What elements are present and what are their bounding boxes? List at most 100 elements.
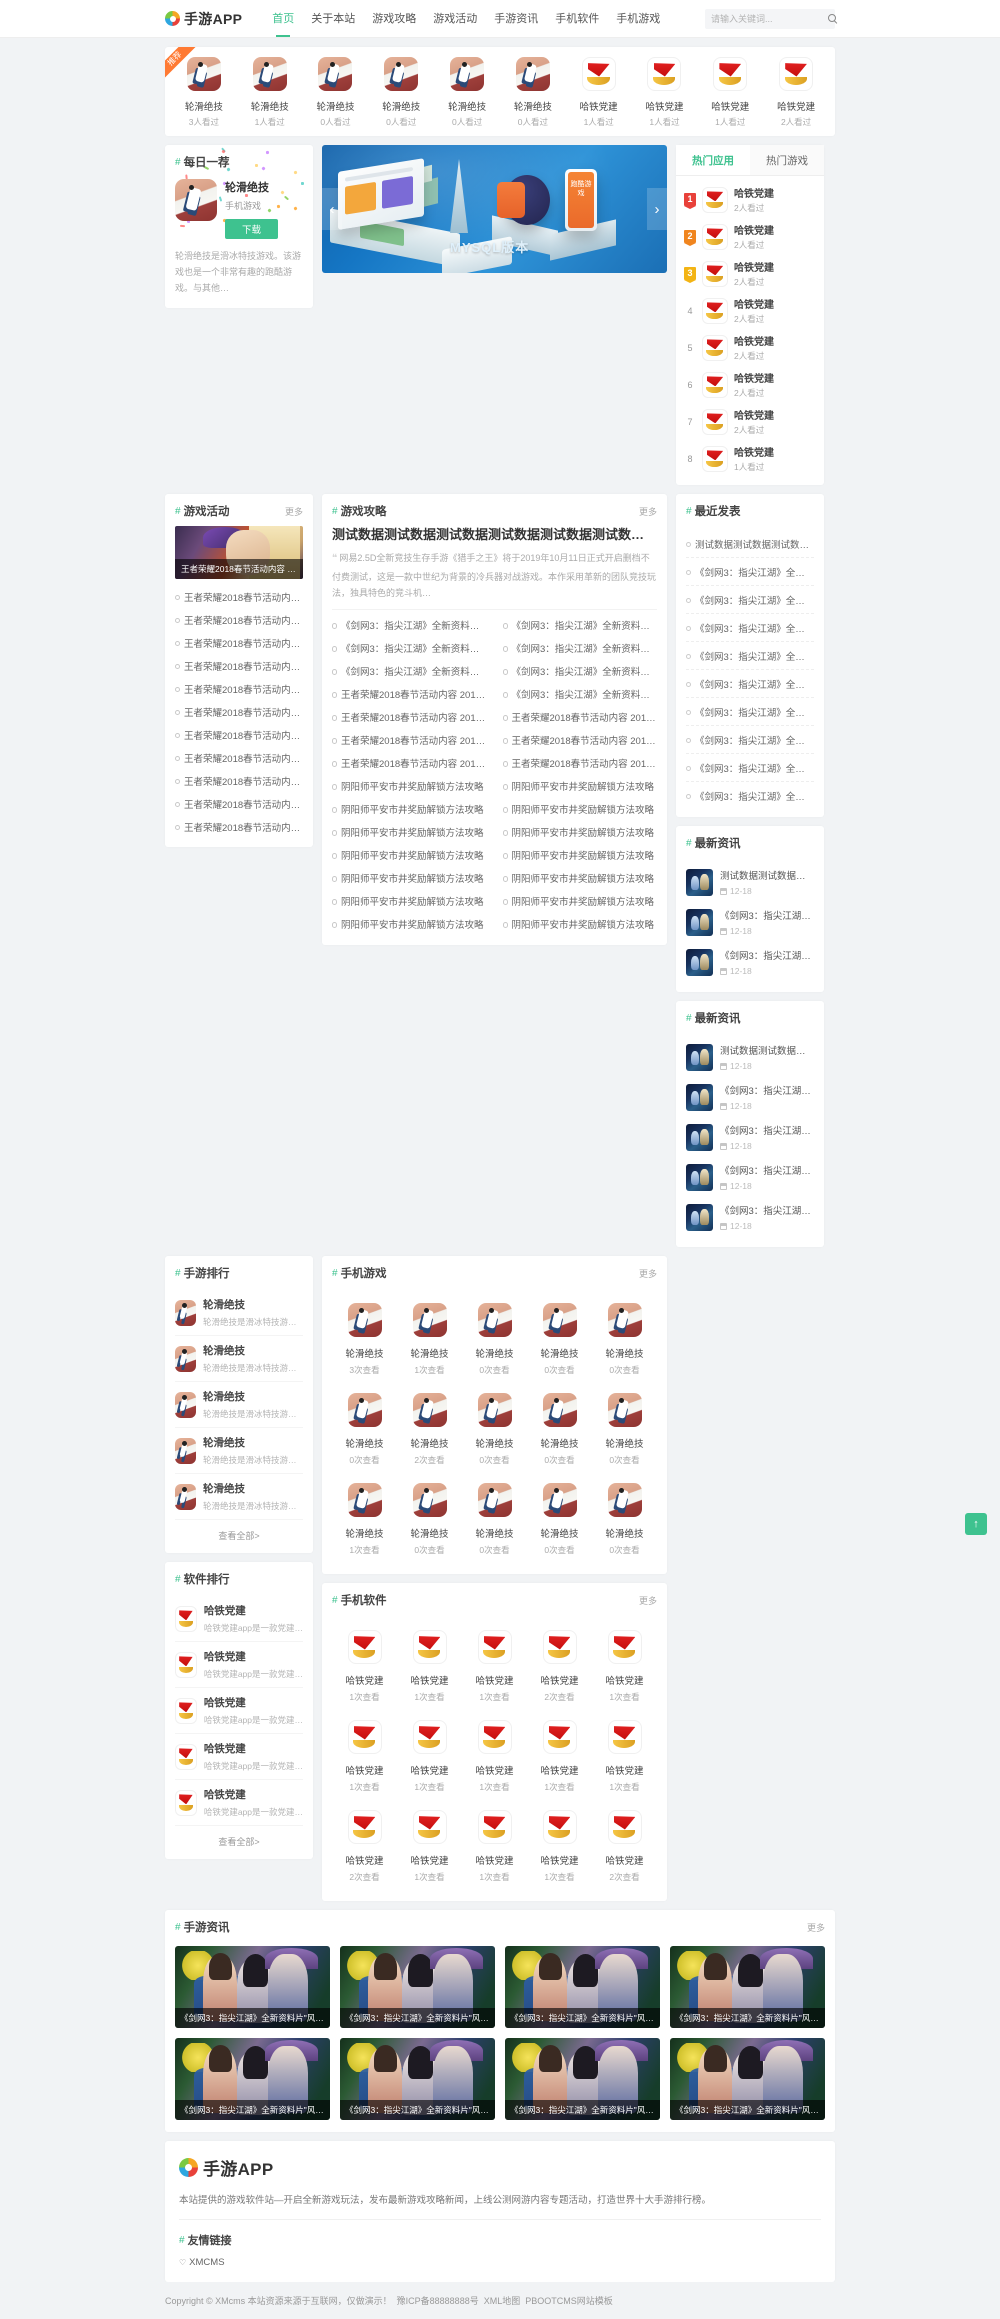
mobile-software-item[interactable]: 哈铁党建1次查看 (397, 1709, 462, 1799)
recent-post-item[interactable]: 《剑网3：指尖江湖》全新资料… (686, 782, 814, 809)
mobile-software-item[interactable]: 哈铁党建1次查看 (592, 1619, 657, 1709)
daily-app-icon[interactable] (175, 179, 217, 221)
news-item[interactable]: 《剑网3：指尖江湖》全新…12-18 (686, 1117, 814, 1157)
news-item[interactable]: 测试数据测试数据测试数…12-18 (686, 862, 814, 902)
software-rank-see-all[interactable]: 查看全部> (175, 1825, 303, 1859)
mobile-games-item[interactable]: 轮滑绝技0次查看 (527, 1292, 592, 1382)
xml-sitemap-link[interactable]: XML地图 (484, 2294, 521, 2307)
nav-item-0[interactable]: 首页 (272, 0, 294, 38)
nav-item-4[interactable]: 手游资讯 (494, 0, 538, 38)
mobile-software-item[interactable]: 哈铁党建1次查看 (592, 1709, 657, 1799)
strategy-link[interactable]: 《剑网3：指尖江湖》全新资料片"风起稻香… (503, 683, 658, 706)
mobile-games-item[interactable]: 轮滑绝技1次查看 (332, 1472, 397, 1562)
recent-post-item[interactable]: 《剑网3：指尖江湖》全新资料… (686, 642, 814, 670)
hot-list-item[interactable]: 1哈铁党建2人看过 (684, 181, 816, 218)
activity-link[interactable]: 王者荣耀2018春节活动内容 2018… (175, 723, 303, 746)
search-icon[interactable] (828, 14, 837, 23)
strategy-headline[interactable]: 测试数据测试数据测试数据测试数据测试数据测试数据测试数据测试… (332, 526, 657, 544)
strategy-link[interactable]: 阴阳师平安市井奖励解锁方法攻略 (332, 890, 487, 913)
mobile-games-item[interactable]: 轮滑绝技3次查看 (332, 1292, 397, 1382)
featured-app-8[interactable]: 哈铁党建1人看过 (697, 57, 763, 128)
recent-post-item[interactable]: 测试数据测试数据测试数据测试… (686, 530, 814, 558)
icp-link[interactable]: 豫ICP备88888888号 (397, 2294, 479, 2307)
mobile-games-item[interactable]: 轮滑绝技2次查看 (397, 1382, 462, 1472)
strategy-link[interactable]: 王者荣耀2018春节活动内容 2018年王者… (503, 752, 658, 775)
mobile-software-item[interactable]: 哈铁党建1次查看 (462, 1709, 527, 1799)
mobile-software-more-link[interactable]: 更多 (639, 1594, 657, 1607)
strategy-link[interactable]: 阴阳师平安市井奖励解锁方法攻略 (503, 890, 658, 913)
nav-item-2[interactable]: 游戏攻略 (372, 0, 416, 38)
game-news-card-item[interactable]: 《剑网3：指尖江湖》全新资料片"风起… (340, 2038, 495, 2120)
strategy-link[interactable]: 《剑网3：指尖江湖》全新资料片"风起稻香… (332, 614, 487, 637)
nav-item-3[interactable]: 游戏活动 (433, 0, 477, 38)
activity-link[interactable]: 王者荣耀2018春节活动内容 2018… (175, 769, 303, 792)
hot-list-item[interactable]: 6哈铁党建2人看过 (684, 366, 816, 403)
mobile-software-item[interactable]: 哈铁党建1次查看 (332, 1709, 397, 1799)
featured-app-1[interactable]: 轮滑绝技1人看过 (237, 57, 303, 128)
site-logo[interactable]: 手游APP (165, 9, 242, 29)
game-strategy-more-link[interactable]: 更多 (639, 505, 657, 518)
nav-item-1[interactable]: 关于本站 (311, 0, 355, 38)
software-rank-item[interactable]: 哈铁党建哈铁党建app是一款党建… (175, 1596, 303, 1642)
strategy-link[interactable]: 王者荣耀2018春节活动内容 2018年王者… (332, 706, 487, 729)
activity-link[interactable]: 王者荣耀2018春节活动内容 2018… (175, 631, 303, 654)
software-rank-item[interactable]: 哈铁党建哈铁党建app是一款党建… (175, 1688, 303, 1734)
featured-app-4[interactable]: 轮滑绝技0人看过 (434, 57, 500, 128)
search-input[interactable] (711, 14, 828, 24)
game-news-card-item[interactable]: 《剑网3：指尖江湖》全新资料片"风起… (505, 2038, 660, 2120)
mobile-software-item[interactable]: 哈铁党建2次查看 (527, 1619, 592, 1709)
hot-list-item[interactable]: 5哈铁党建2人看过 (684, 329, 816, 366)
software-rank-item[interactable]: 哈铁党建哈铁党建app是一款党建… (175, 1642, 303, 1688)
template-link[interactable]: PBOOTCMS网站模板 (525, 2294, 613, 2307)
hot-list-item[interactable]: 7哈铁党建2人看过 (684, 403, 816, 440)
activity-link[interactable]: 王者荣耀2018春节活动内容 2018… (175, 700, 303, 723)
hot-tab-0[interactable]: 热门应用 (676, 145, 750, 175)
activity-link[interactable]: 王者荣耀2018春节活动内容 2018… (175, 654, 303, 677)
hot-list-item[interactable]: 8哈铁党建1人看过 (684, 440, 816, 477)
nav-item-5[interactable]: 手机软件 (555, 0, 599, 38)
news-item[interactable]: 测试数据测试数据测试数…12-18 (686, 1037, 814, 1077)
strategy-link[interactable]: 阴阳师平安市井奖励解锁方法攻略 (503, 775, 658, 798)
mobile-games-item[interactable]: 轮滑绝技0次查看 (462, 1292, 527, 1382)
mobile-games-item[interactable]: 轮滑绝技0次查看 (462, 1472, 527, 1562)
mobile-games-item[interactable]: 轮滑绝技0次查看 (397, 1472, 462, 1562)
mobile-software-item[interactable]: 哈铁党建1次查看 (527, 1799, 592, 1889)
featured-app-2[interactable]: 轮滑绝技0人看过 (303, 57, 369, 128)
recent-post-item[interactable]: 《剑网3：指尖江湖》全新资料… (686, 586, 814, 614)
strategy-link[interactable]: 王者荣耀2018春节活动内容 2018年王者… (332, 683, 487, 706)
footer-logo[interactable]: 手游APP (179, 2155, 821, 2180)
strategy-link[interactable]: 阴阳师平安市井奖励解锁方法攻略 (332, 844, 487, 867)
strategy-link[interactable]: 阴阳师平安市井奖励解锁方法攻略 (332, 867, 487, 890)
strategy-link[interactable]: 《剑网3：指尖江湖》全新资料片"风起稻香… (503, 614, 658, 637)
recent-post-item[interactable]: 《剑网3：指尖江湖》全新资料… (686, 754, 814, 782)
game-news-card-item[interactable]: 《剑网3：指尖江湖》全新资料片"风起… (505, 1946, 660, 2028)
mobile-games-item[interactable]: 轮滑绝技0次查看 (592, 1472, 657, 1562)
nav-item-6[interactable]: 手机游戏 (616, 0, 660, 38)
game-rank-see-all[interactable]: 查看全部> (175, 1519, 303, 1553)
mobile-software-item[interactable]: 哈铁党建1次查看 (527, 1709, 592, 1799)
mobile-software-item[interactable]: 哈铁党建2次查看 (332, 1799, 397, 1889)
hot-tab-1[interactable]: 热门游戏 (750, 145, 824, 175)
strategy-link[interactable]: 阴阳师平安市井奖励解锁方法攻略 (503, 913, 658, 936)
news-item[interactable]: 《剑网3：指尖江湖》全新…12-18 (686, 1157, 814, 1197)
strategy-link[interactable]: 阴阳师平安市井奖励解锁方法攻略 (332, 821, 487, 844)
mobile-software-item[interactable]: 哈铁党建1次查看 (462, 1799, 527, 1889)
strategy-link[interactable]: 阴阳师平安市井奖励解锁方法攻略 (332, 775, 487, 798)
mobile-software-item[interactable]: 哈铁党建1次查看 (462, 1619, 527, 1709)
strategy-link[interactable]: 《剑网3：指尖江湖》全新资料片"风起稻香… (503, 637, 658, 660)
game-rank-item[interactable]: 轮滑绝技轮滑绝技是滑冰特技游戏… (175, 1336, 303, 1382)
strategy-link[interactable]: 阴阳师平安市井奖励解锁方法攻略 (503, 867, 658, 890)
strategy-link[interactable]: 阴阳师平安市井奖励解锁方法攻略 (332, 798, 487, 821)
recent-post-item[interactable]: 《剑网3：指尖江湖》全新资料… (686, 558, 814, 586)
strategy-link[interactable]: 阴阳师平安市井奖励解锁方法攻略 (332, 913, 487, 936)
featured-app-6[interactable]: 哈铁党建1人看过 (566, 57, 632, 128)
activity-link[interactable]: 王者荣耀2018春节活动内容 2018… (175, 815, 303, 838)
software-rank-item[interactable]: 哈铁党建哈铁党建app是一款党建… (175, 1780, 303, 1825)
game-news-card-item[interactable]: 《剑网3：指尖江湖》全新资料片"风起… (670, 1946, 825, 2028)
strategy-link[interactable]: 王者荣耀2018春节活动内容 2018年王者… (503, 706, 658, 729)
activity-link[interactable]: 王者荣耀2018春节活动内容 2018… (175, 677, 303, 700)
strategy-link[interactable]: 《剑网3：指尖江湖》全新资料片"风起稻香… (332, 637, 487, 660)
strategy-link[interactable]: 王者荣耀2018春节活动内容 2018年王者… (332, 729, 487, 752)
mobile-games-item[interactable]: 轮滑绝技0次查看 (462, 1382, 527, 1472)
game-activity-more-link[interactable]: 更多 (285, 505, 303, 518)
